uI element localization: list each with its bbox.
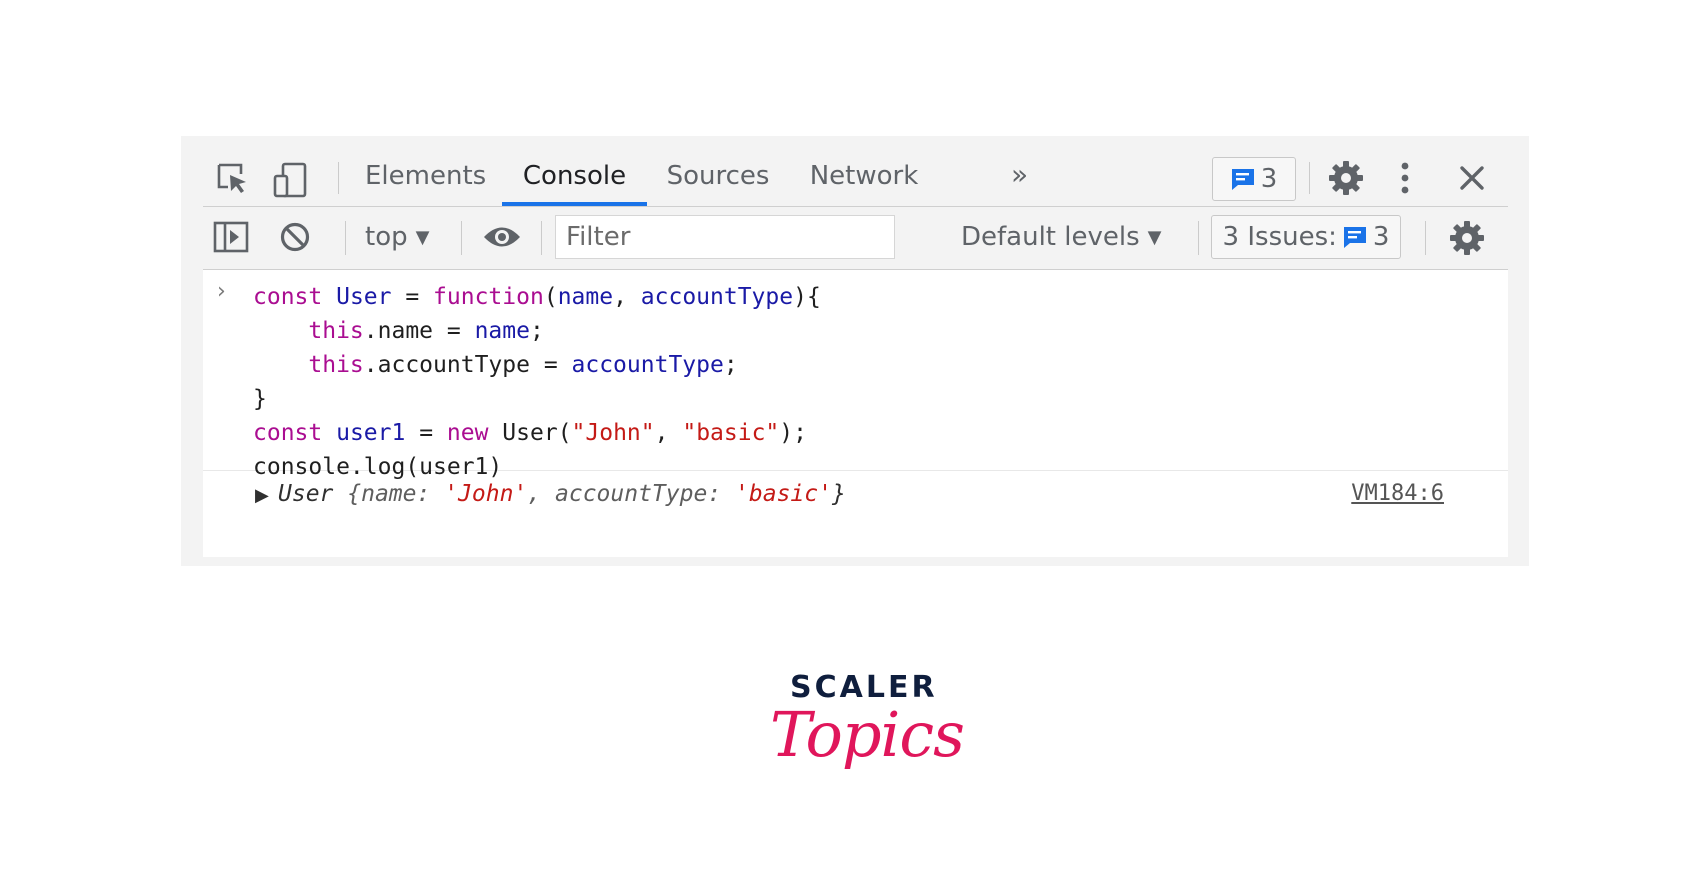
object-open-brace: { [347, 481, 362, 507]
devtools-tab-bar: Elements Console Sources Network » 3 [203, 150, 1508, 207]
toolbar-divider [1198, 221, 1199, 255]
code-token: "basic" [682, 420, 780, 446]
scaler-topics-logo: SCALER Topics [770, 670, 965, 800]
code-token: function [433, 284, 544, 310]
toolbar-divider [1425, 221, 1426, 255]
console-area: › const User = function(name, accountTyp… [203, 270, 1508, 557]
tab-console[interactable]: Console [502, 150, 647, 206]
code-token: User [336, 284, 392, 310]
code-token: User( [488, 420, 572, 446]
context-select[interactable]: top ▼ [365, 217, 429, 257]
issues-button[interactable]: 3 Issues: 3 [1211, 215, 1401, 259]
object-close-brace: } [831, 481, 846, 507]
code-token: const [253, 420, 323, 446]
code-token: name [474, 318, 530, 344]
filter-input[interactable] [555, 215, 895, 259]
devtools-window: Elements Console Sources Network » 3 top… [181, 136, 1529, 566]
clear-console-icon[interactable] [278, 220, 312, 254]
code-token: name [557, 284, 614, 310]
tab-elements[interactable]: Elements [365, 150, 486, 206]
object-key: accountType [555, 481, 708, 507]
code-token: ; [529, 318, 544, 344]
device-toolbar-icon[interactable] [273, 162, 309, 198]
messages-count: 3 [1260, 164, 1278, 194]
logo-text-topics: Topics [770, 698, 965, 771]
more-tabs-icon[interactable]: » [1011, 158, 1028, 191]
code-token: } [253, 386, 267, 412]
code-line: const user1 = new User("John", "basic"); [253, 416, 821, 450]
code-token: user1 [336, 420, 406, 446]
code-token: = [529, 352, 572, 378]
issues-count: 3 [1372, 222, 1390, 252]
toolbar-divider [541, 221, 542, 255]
toolbar-divider [1309, 162, 1310, 194]
code-token: ; [723, 352, 738, 378]
code-token: new [446, 420, 489, 446]
toolbar-divider [338, 162, 339, 194]
code-token: "John" [571, 420, 655, 446]
message-icon [1231, 169, 1254, 190]
code-token: accountType [377, 352, 530, 378]
console-prompt-icon: › [217, 279, 226, 304]
code-token: = [433, 318, 475, 344]
devtools-panel: Elements Console Sources Network » 3 top… [203, 150, 1508, 557]
more-options-icon[interactable] [1395, 160, 1415, 196]
close-icon[interactable] [1457, 163, 1487, 193]
console-settings-gear-icon[interactable] [1448, 219, 1486, 257]
code-token: ){ [793, 284, 821, 310]
message-icon [1343, 227, 1366, 248]
object-value: 'basic' [735, 481, 832, 507]
source-location-link[interactable]: VM184:6 [1351, 481, 1444, 506]
code-token: . [363, 318, 378, 344]
code-token: ); [779, 420, 807, 446]
toolbar-divider [345, 221, 346, 255]
dropdown-caret-icon: ▼ [415, 227, 430, 248]
gear-icon[interactable] [1327, 159, 1365, 197]
code-token: const [253, 284, 323, 310]
code-token: , [613, 284, 641, 310]
expand-triangle-icon[interactable]: ▶ [255, 485, 269, 506]
code-token: = [391, 284, 434, 310]
object-class-name: User [278, 481, 334, 507]
code-line: const User = function(name, accountType)… [253, 280, 821, 314]
object-value: 'John' [444, 481, 528, 507]
code-token: this [308, 318, 364, 344]
code-token: name [377, 318, 434, 344]
code-token: = [405, 420, 447, 446]
object-key: name [361, 481, 417, 507]
sidebar-toggle-icon[interactable] [213, 220, 249, 254]
toolbar-divider [461, 221, 462, 255]
code-token: accountType [571, 352, 724, 378]
live-expression-eye-icon[interactable] [481, 221, 523, 253]
context-select-value: top [365, 222, 408, 252]
object-preview: User {name: 'John', accountType: 'basic'… [278, 481, 846, 507]
messages-badge-button[interactable]: 3 [1212, 157, 1296, 201]
code-token: . [363, 352, 378, 378]
tab-network[interactable]: Network [809, 150, 919, 206]
inspect-element-icon[interactable] [215, 162, 251, 196]
code-token: ( [543, 284, 558, 310]
tab-sources[interactable]: Sources [663, 150, 773, 206]
dropdown-caret-icon: ▼ [1147, 227, 1162, 248]
code-line: this.accountType = accountType; [253, 348, 821, 382]
code-line: this.name = name; [253, 314, 821, 348]
issues-label: 3 Issues: [1222, 222, 1337, 252]
console-output-row[interactable]: ▶ User {name: 'John', accountType: 'basi… [203, 471, 1508, 523]
code-token: accountType [640, 284, 794, 310]
code-block: const User = function(name, accountType)… [253, 280, 821, 484]
code-token: this [308, 352, 364, 378]
log-levels-select[interactable]: Default levels ▼ [961, 217, 1161, 257]
code-line: } [253, 382, 821, 416]
code-token: , [654, 420, 683, 446]
log-levels-value: Default levels [961, 222, 1140, 252]
console-input-entry[interactable]: › const User = function(name, accountTyp… [203, 270, 1508, 480]
console-toolbar: top ▼ Default levels ▼ 3 Issues: [203, 207, 1508, 270]
